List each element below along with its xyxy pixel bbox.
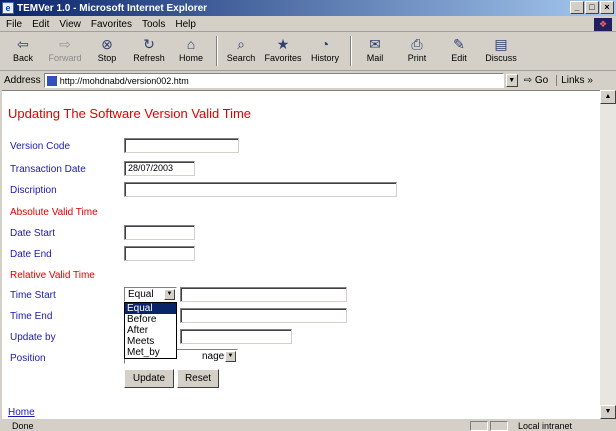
scroll-up-button[interactable]: ▲ — [600, 90, 616, 104]
refresh-icon: ↻ — [143, 36, 155, 52]
time-start-select[interactable]: Equal ▼ — [124, 287, 177, 302]
discuss-button[interactable]: ▤ Discuss — [482, 33, 520, 69]
update-button[interactable]: Update — [124, 369, 174, 388]
go-button[interactable]: ⇨ Go — [524, 75, 549, 86]
menu-bar: File Edit View Favorites Tools Help ❖ — [0, 17, 616, 32]
home-button[interactable]: ⌂ Home — [172, 33, 210, 69]
page-title: Updating The Software Version Valid Time — [8, 106, 252, 121]
date-end-input[interactable] — [124, 246, 195, 261]
toolbar: ⇦ Back ⇨ Forward ⊗ Stop ↻ Refresh ⌂ Home ⌕ Sea… — [0, 33, 616, 71]
time-end-input[interactable] — [180, 308, 347, 323]
update-by-input[interactable] — [180, 329, 292, 344]
page-icon — [46, 75, 57, 86]
mail-button[interactable]: ✉ Mail — [356, 33, 394, 69]
date-start-label: Date Start — [10, 228, 56, 239]
menu-favorites[interactable]: Favorites — [91, 19, 132, 30]
zone-label: Local intranet — [518, 420, 573, 431]
description-label: Discription — [10, 185, 57, 196]
date-start-input[interactable] — [124, 225, 195, 240]
close-button[interactable]: × — [600, 1, 614, 14]
date-end-label: Date End — [10, 249, 52, 260]
status-cell — [470, 420, 488, 431]
chevron-down-icon: ▼ — [225, 351, 236, 362]
address-dropdown-button[interactable]: ▼ — [505, 74, 518, 87]
dropdown-option-before[interactable]: Before — [125, 314, 176, 325]
page-content: Updating The Software Version Valid Time… — [2, 90, 600, 419]
maximize-button[interactable]: □ — [585, 1, 599, 14]
transaction-date-input[interactable]: 28/07/2003 — [124, 161, 195, 176]
forward-arrow-icon: ⇨ — [59, 36, 71, 52]
favorites-icon: ★ — [276, 36, 290, 52]
status-cell — [490, 420, 508, 431]
menu-edit[interactable]: Edit — [32, 19, 49, 30]
dropdown-option-meets[interactable]: Meets — [125, 336, 176, 347]
home-icon: ⌂ — [186, 36, 196, 52]
discuss-icon: ▤ — [494, 36, 508, 52]
status-text: Done — [12, 420, 34, 431]
links-button[interactable]: Links » — [556, 75, 593, 86]
favorites-button[interactable]: ★ Favorites — [264, 33, 302, 69]
window-controls: _ □ × — [569, 1, 614, 14]
forward-button[interactable]: ⇨ Forward — [46, 33, 84, 69]
time-start-label: Time Start — [10, 290, 56, 301]
dropdown-option-after[interactable]: After — [125, 325, 176, 336]
address-bar: Address http://mohdnabd/version002.htm ▼… — [0, 72, 616, 89]
back-arrow-icon: ⇦ — [17, 36, 29, 52]
description-input[interactable] — [124, 182, 397, 197]
absolute-valid-time-header: Absolute Valid Time — [10, 207, 98, 218]
reset-button[interactable]: Reset — [177, 369, 219, 388]
position-label: Position — [10, 353, 46, 364]
mail-icon: ✉ — [369, 36, 381, 52]
relation-dropdown-list: Equal Before After Meets Met_by — [124, 302, 177, 359]
print-icon: ⎙ — [411, 36, 423, 52]
chevron-down-icon: ▼ — [164, 289, 175, 300]
ie-logo-icon: e — [2, 2, 14, 14]
menu-view[interactable]: View — [59, 19, 81, 30]
title-bar: e TEMVer 1.0 - Microsoft Internet Explor… — [0, 0, 616, 16]
time-start-input[interactable] — [180, 287, 347, 302]
refresh-button[interactable]: ↻ Refresh — [130, 33, 168, 69]
relative-valid-time-header: Relative Valid Time — [10, 270, 95, 281]
search-icon: ⌕ — [237, 36, 245, 52]
minimize-button[interactable]: _ — [570, 1, 584, 14]
status-bar: Done Local intranet — [0, 420, 616, 431]
home-link[interactable]: Home — [8, 407, 35, 418]
stop-icon: ⊗ — [101, 36, 113, 52]
menu-help[interactable]: Help — [175, 19, 196, 30]
update-by-label: Update by — [10, 332, 56, 343]
transaction-date-label: Transaction Date — [10, 164, 86, 175]
version-code-input[interactable] — [124, 138, 239, 153]
menu-file[interactable]: File — [6, 19, 22, 30]
address-label: Address — [4, 75, 41, 86]
browser-window: e TEMVer 1.0 - Microsoft Internet Explor… — [0, 0, 616, 431]
version-code-label: Version Code — [10, 141, 71, 152]
toolbar-separator — [216, 36, 218, 66]
edit-icon: ✎ — [453, 36, 465, 52]
dropdown-option-met-by[interactable]: Met_by — [125, 347, 176, 358]
address-input[interactable]: http://mohdnabd/version002.htm — [43, 73, 504, 88]
dropdown-option-equal[interactable]: Equal — [125, 303, 176, 314]
scroll-down-button[interactable]: ▼ — [600, 405, 616, 419]
address-url: http://mohdnabd/version002.htm — [59, 75, 189, 86]
window-title: TEMVer 1.0 - Microsoft Internet Explorer — [17, 2, 208, 14]
print-button[interactable]: ⎙ Print — [398, 33, 436, 69]
menu-tools[interactable]: Tools — [142, 19, 165, 30]
windows-logo-icon: ❖ — [594, 18, 612, 31]
time-end-label: Time End — [10, 311, 53, 322]
stop-button[interactable]: ⊗ Stop — [88, 33, 126, 69]
toolbar-separator — [350, 36, 352, 66]
history-button[interactable]: ◔ History — [306, 33, 344, 69]
vertical-scrollbar[interactable]: ▲ ▼ — [600, 90, 616, 419]
back-button[interactable]: ⇦ Back — [4, 33, 42, 69]
search-button[interactable]: ⌕ Search — [222, 33, 260, 69]
history-icon: ◔ — [320, 36, 330, 52]
edit-button[interactable]: ✎ Edit — [440, 33, 478, 69]
